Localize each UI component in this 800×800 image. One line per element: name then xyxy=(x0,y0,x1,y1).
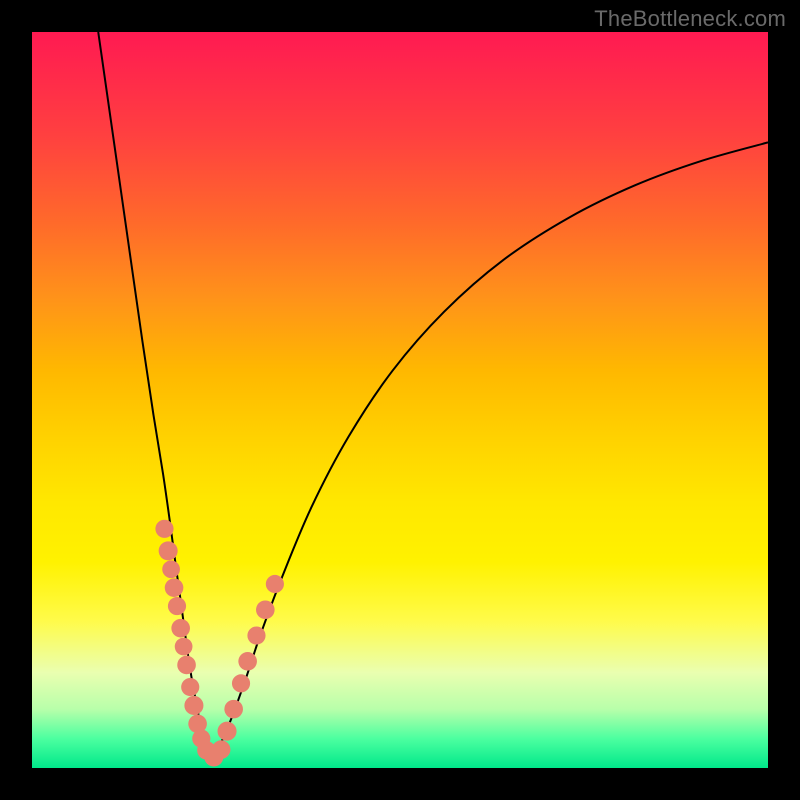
data-point xyxy=(266,575,284,593)
data-point xyxy=(184,696,203,715)
data-point xyxy=(232,674,250,692)
curve-right-branch xyxy=(220,142,768,746)
data-point xyxy=(256,600,275,619)
data-point xyxy=(155,520,173,538)
data-point xyxy=(175,638,193,656)
data-point xyxy=(168,597,186,615)
data-point xyxy=(177,656,196,675)
data-point xyxy=(162,560,180,578)
data-point xyxy=(218,722,237,741)
data-point xyxy=(181,678,199,696)
data-point xyxy=(224,700,243,719)
data-point xyxy=(159,541,178,560)
chart-frame: TheBottleneck.com xyxy=(0,0,800,800)
attribution-label: TheBottleneck.com xyxy=(594,6,786,32)
chart-svg xyxy=(32,32,768,768)
plot-area xyxy=(32,32,768,768)
data-point xyxy=(171,619,190,638)
data-point xyxy=(212,740,231,759)
data-point xyxy=(247,626,265,644)
data-point xyxy=(165,578,184,597)
data-point xyxy=(238,652,257,671)
data-markers xyxy=(155,520,284,767)
